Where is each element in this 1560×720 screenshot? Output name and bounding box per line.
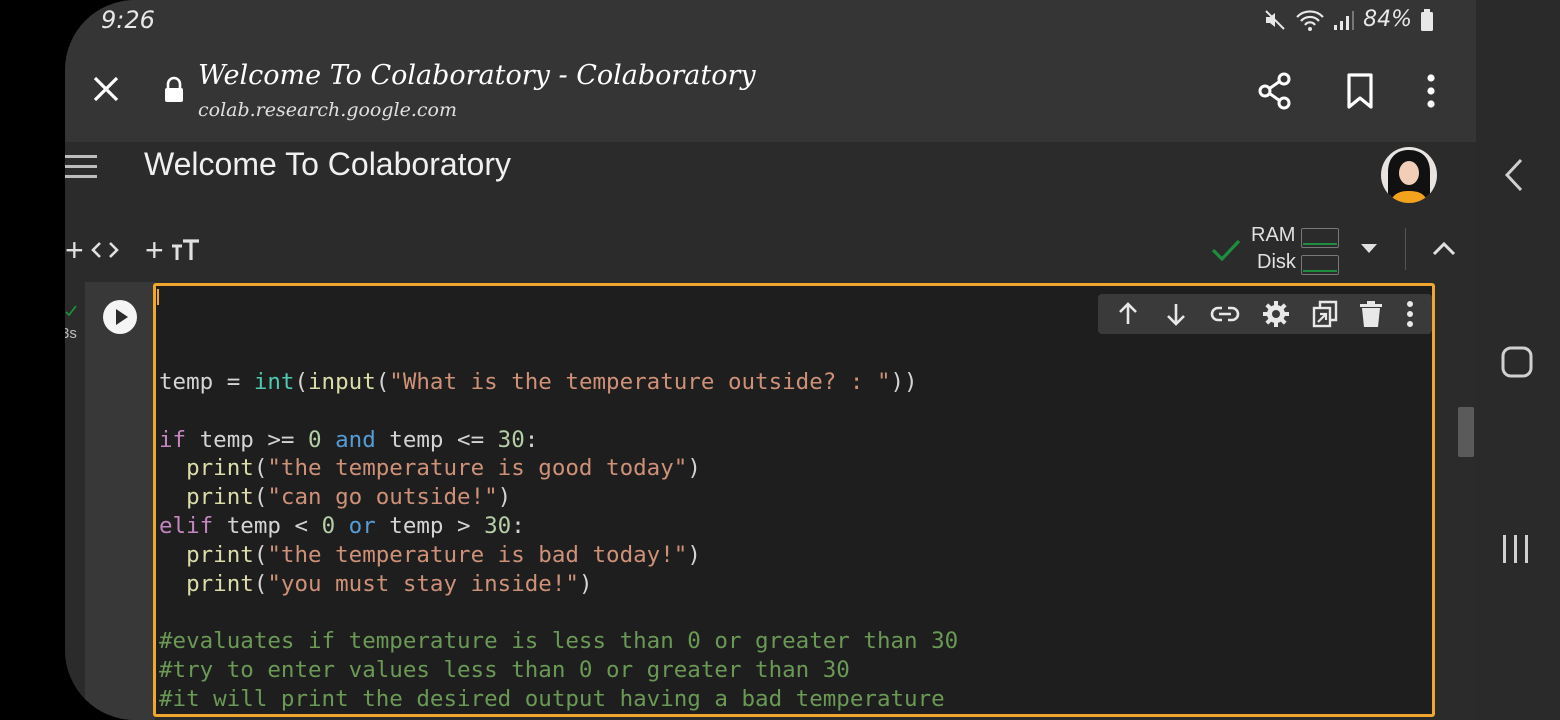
add-text-button[interactable]: + — [145, 234, 200, 266]
code-line: if temp >= 0 and temp <= 30: — [159, 426, 539, 453]
add-code-button[interactable]: + — [65, 234, 120, 266]
cell-gutter — [85, 282, 155, 720]
resource-monitor[interactable]: RAM Disk — [1249, 223, 1341, 277]
more-vert-icon[interactable] — [1425, 74, 1437, 108]
page-title: Welcome To Colaboratory - Colaboratory — [198, 60, 756, 91]
exec-success-check-icon — [65, 304, 77, 316]
move-down-icon[interactable] — [1163, 301, 1189, 327]
recents-nav-icon[interactable] — [1501, 533, 1531, 565]
cursor-caret — [157, 289, 159, 305]
wifi-icon — [1295, 8, 1325, 32]
code-comment: #try to enter values less than 0 or grea… — [159, 656, 850, 683]
code-line: print("the temperature is bad today!") — [186, 541, 701, 568]
exec-time: 3s — [65, 325, 77, 342]
connected-check-icon — [1211, 238, 1241, 262]
app-header: Welcome To Colaboratory — [65, 142, 1476, 219]
back-nav-icon[interactable] — [1504, 158, 1524, 192]
toolbar-divider — [1405, 228, 1406, 270]
notebook-content: 3s temp = int(input("What is the tempera… — [65, 282, 1476, 720]
battery-icon — [1420, 8, 1434, 32]
code-line: elif temp < 0 or temp > 30: — [159, 512, 525, 539]
system-nav-bar — [1476, 0, 1560, 720]
disk-label: Disk — [1257, 251, 1296, 273]
link-icon[interactable] — [1210, 304, 1240, 324]
close-tab-button[interactable] — [91, 74, 121, 104]
code-line: temp = int(input("What is the temperatur… — [159, 369, 918, 395]
move-up-icon[interactable] — [1115, 301, 1141, 327]
menu-icon[interactable] — [65, 154, 97, 180]
collapse-chevron-icon[interactable] — [1432, 240, 1456, 256]
page-url[interactable]: colab.research.google.com — [198, 99, 457, 121]
notebook-title[interactable]: Welcome To Colaboratory — [144, 146, 511, 183]
bookmark-icon[interactable] — [1345, 72, 1375, 110]
code-editor[interactable]: temp = int(input("What is the temperatur… — [159, 368, 958, 714]
scrollbar-thumb[interactable] — [1458, 407, 1474, 457]
browser-toolbar: Welcome To Colaboratory - Colaboratory c… — [65, 42, 1476, 142]
signal-icon — [1333, 8, 1355, 32]
code-line: print("the temperature is good today") — [186, 455, 701, 482]
add-code-plus: + — [65, 232, 84, 268]
ram-label: RAM — [1251, 224, 1296, 246]
notebook-toolbar: + + RAM Disk — [65, 218, 1476, 283]
mute-icon — [1263, 8, 1287, 32]
code-comment: #it will print the desired output having… — [159, 685, 945, 712]
ram-meter — [1301, 228, 1339, 248]
runtime-dropdown-icon[interactable] — [1361, 244, 1377, 254]
code-line: print("can go outside!") — [186, 484, 512, 511]
settings-icon[interactable] — [1262, 300, 1290, 328]
cell-toolbar — [1098, 294, 1432, 334]
user-avatar[interactable] — [1380, 146, 1438, 204]
disk-meter — [1301, 255, 1339, 275]
code-cell[interactable]: temp = int(input("What is the temperatur… — [153, 283, 1435, 717]
run-cell-button[interactable] — [102, 299, 138, 335]
phone-screen: 9:26 84% Welcome To Colaboratory - Colab… — [65, 0, 1476, 720]
add-text-plus: + — [145, 232, 164, 268]
status-time: 9:26 — [101, 6, 155, 34]
text-format-icon — [170, 238, 200, 262]
code-comment: #evaluates if temperature is less than 0… — [159, 628, 959, 655]
code-line: print("you must stay inside!") — [186, 570, 593, 597]
home-nav-icon[interactable] — [1501, 346, 1533, 378]
cell-more-vert-icon[interactable] — [1405, 300, 1415, 328]
lock-icon — [162, 76, 186, 104]
delete-icon[interactable] — [1359, 300, 1383, 328]
battery-percent: 84% — [1363, 7, 1412, 32]
mirror-cell-icon[interactable] — [1312, 300, 1338, 328]
status-bar: 9:26 84% — [65, 0, 1476, 42]
share-icon[interactable] — [1257, 72, 1293, 110]
code-icon — [90, 240, 120, 260]
